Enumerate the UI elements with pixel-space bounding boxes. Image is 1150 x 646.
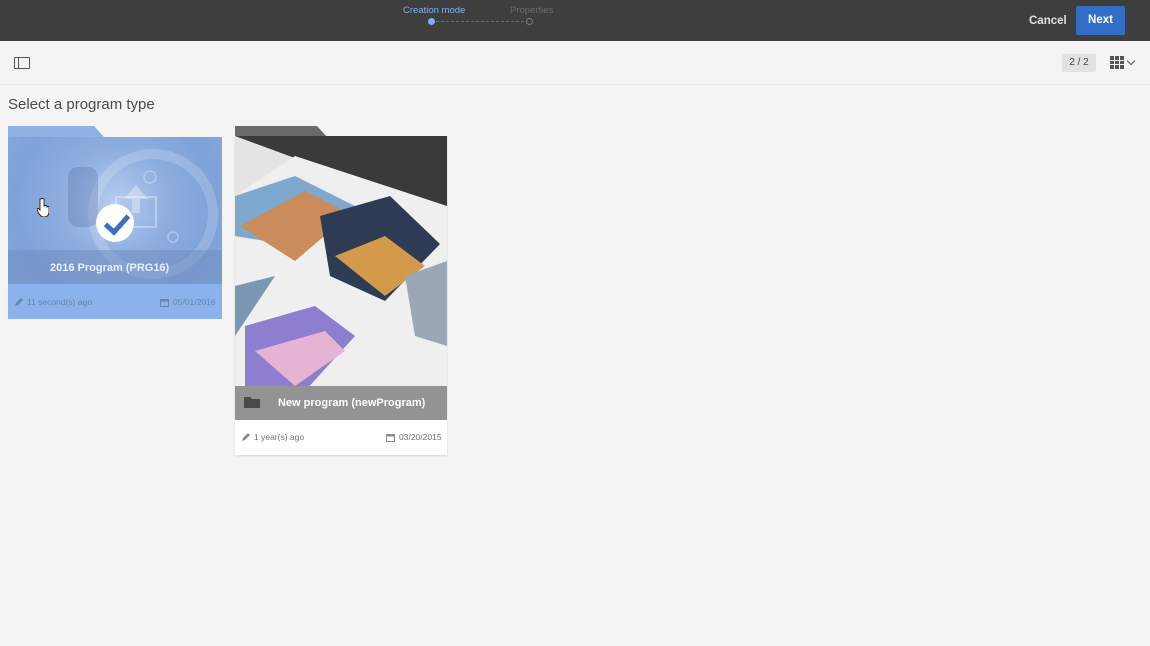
page-count-badge: 2 / 2 bbox=[1062, 54, 1096, 72]
step-properties[interactable]: Properties bbox=[510, 5, 553, 16]
toolbar: 2 / 2 bbox=[0, 41, 1150, 85]
card-body: New program (newProgram) 1 year(s) ago 0… bbox=[235, 136, 447, 455]
program-card[interactable]: New program (newProgram) 1 year(s) ago 0… bbox=[235, 126, 447, 455]
top-bar: Creation mode Properties Cancel Next bbox=[0, 0, 1150, 41]
thumbnail-art bbox=[235, 136, 447, 420]
card-date-text: 03/20/2015 bbox=[399, 432, 442, 442]
next-button[interactable]: Next bbox=[1076, 6, 1125, 35]
pencil-icon bbox=[242, 432, 250, 441]
card-thumbnail: New program (newProgram) bbox=[235, 136, 447, 420]
page-title: Select a program type bbox=[8, 96, 155, 113]
hand-cursor-icon bbox=[37, 198, 49, 217]
view-switcher[interactable] bbox=[1110, 56, 1138, 70]
step-creation-mode[interactable]: Creation mode bbox=[403, 5, 465, 16]
checkmark-icon bbox=[96, 204, 134, 242]
card-date-text: 05/01/2016 bbox=[173, 297, 216, 307]
folder-icon bbox=[244, 397, 260, 408]
card-modified-text: 11 second(s) ago bbox=[27, 297, 93, 307]
cancel-button[interactable]: Cancel bbox=[1023, 10, 1073, 32]
panel-toggle-icon[interactable] bbox=[14, 57, 30, 69]
card-name: New program (newProgram) bbox=[278, 397, 426, 409]
card-date: 05/01/2016 bbox=[160, 297, 216, 307]
card-modified-text: 1 year(s) ago bbox=[254, 432, 305, 442]
pencil-icon bbox=[15, 297, 23, 306]
step-track bbox=[431, 21, 529, 22]
step-dot-active bbox=[428, 18, 435, 25]
calendar-icon bbox=[386, 433, 395, 442]
card-thumbnail: 2016 Program (PRG16) bbox=[8, 137, 222, 284]
card-name: 2016 Program (PRG16) bbox=[50, 262, 170, 274]
card-modified: 11 second(s) ago bbox=[14, 297, 92, 307]
calendar-icon bbox=[160, 298, 169, 307]
card-body: 2016 Program (PRG16) 11 second(s) ago 05… bbox=[8, 137, 222, 319]
card-modified: 1 year(s) ago bbox=[241, 432, 304, 442]
program-card-selected[interactable]: 2016 Program (PRG16) 11 second(s) ago 05… bbox=[8, 126, 222, 319]
grid-view-icon bbox=[1110, 56, 1124, 69]
card-date: 03/20/2015 bbox=[386, 432, 442, 442]
chevron-down-icon bbox=[1126, 56, 1136, 66]
wizard-steps: Creation mode Properties bbox=[400, 4, 560, 28]
step-dot-inactive bbox=[526, 18, 533, 25]
card-folder-tab bbox=[8, 126, 104, 137]
